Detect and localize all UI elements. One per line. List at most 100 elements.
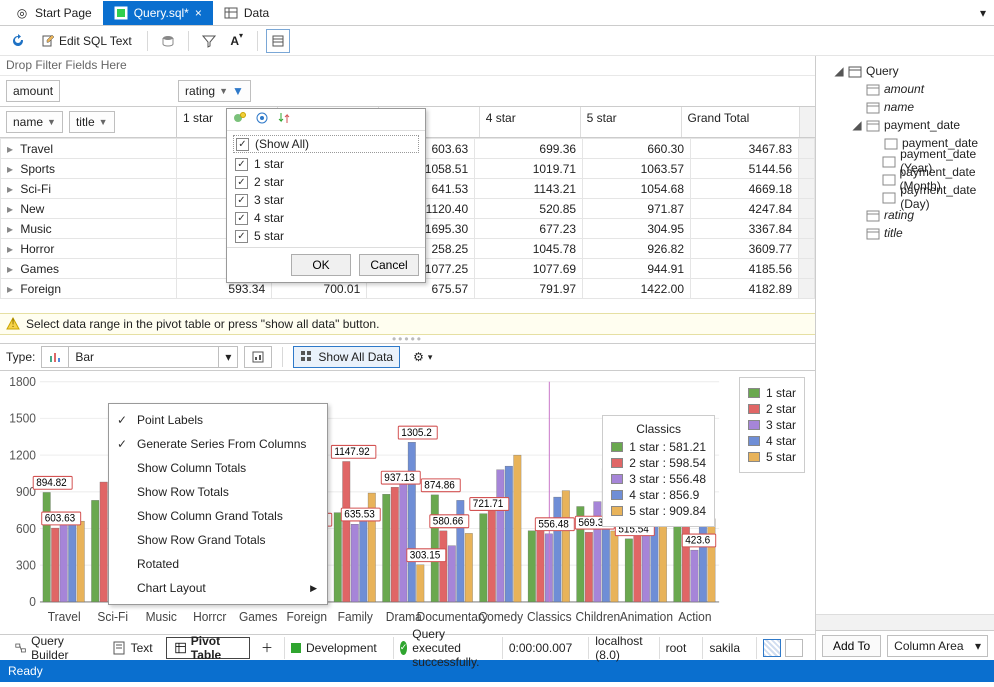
chart-wizard-button[interactable] (244, 346, 272, 368)
tree-node-title[interactable]: title (820, 224, 990, 242)
cell[interactable]: 3609.77 (691, 239, 799, 259)
cell[interactable]: 520.85 (475, 199, 583, 219)
cell[interactable]: 1045.78 (475, 239, 583, 259)
edit-sql-text-button[interactable]: Edit SQL Text (34, 29, 139, 53)
menu-show-row-totals[interactable]: Show Row Totals (109, 480, 327, 504)
cell[interactable]: 4247.84 (691, 199, 799, 219)
add-tab-button[interactable]: ＋ (254, 637, 280, 659)
cell[interactable]: 791.97 (475, 279, 583, 299)
data-source-button[interactable] (156, 29, 180, 53)
cell[interactable]: 1063.57 (583, 159, 691, 179)
tab-start-page[interactable]: ◎ Start Page (4, 1, 103, 25)
tab-query-builder[interactable]: Query Builder (6, 637, 99, 659)
tabs-overflow-button[interactable]: ▾ (972, 6, 994, 20)
scrollbar-track[interactable] (799, 259, 815, 279)
cancel-button[interactable]: Cancel (359, 254, 419, 276)
filter-item[interactable]: ✓5 star (227, 227, 425, 245)
scrollbar-track[interactable] (799, 179, 815, 199)
menu-rotated[interactable]: Rotated (109, 552, 327, 576)
cell[interactable]: 1054.68 (583, 179, 691, 199)
scrollbar-track[interactable] (799, 239, 815, 259)
row-label[interactable]: ▸ Sci-Fi (1, 179, 177, 199)
cell[interactable]: 4669.18 (691, 179, 799, 199)
filter-radio-icon[interactable] (255, 111, 269, 128)
cell[interactable]: 660.30 (583, 139, 691, 159)
cell[interactable]: 1422.00 (583, 279, 691, 299)
cell[interactable]: 3367.84 (691, 219, 799, 239)
row-label[interactable]: ▸ Travel (1, 139, 177, 159)
row-label[interactable]: ▸ New (1, 199, 177, 219)
view-mode-a-button[interactable] (763, 639, 781, 657)
menu-chart-layout[interactable]: Chart Layout▶ (109, 576, 327, 600)
row-label[interactable]: ▸ Horror (1, 239, 177, 259)
cell[interactable]: 1019.71 (475, 159, 583, 179)
cell[interactable]: 3467.83 (691, 139, 799, 159)
filter-item[interactable]: ✓2 star (227, 173, 425, 191)
cell[interactable]: 677.23 (475, 219, 583, 239)
menu-show-col-totals[interactable]: Show Column Totals (109, 456, 327, 480)
add-to-button[interactable]: Add To (822, 635, 881, 657)
cell[interactable]: 944.91 (583, 259, 691, 279)
cell[interactable]: 1143.21 (475, 179, 583, 199)
view-mode-b-button[interactable] (785, 639, 803, 657)
cell[interactable]: 971.87 (583, 199, 691, 219)
scrollbar-track[interactable] (799, 279, 815, 299)
add-to-area-select[interactable]: Column Area▾ (887, 635, 988, 657)
cell[interactable]: 699.36 (475, 139, 583, 159)
col-header[interactable]: 5 star (580, 107, 681, 137)
filter-sort-icon[interactable] (277, 111, 291, 128)
tree-hscrollbar[interactable] (816, 614, 994, 630)
show-all-data-button[interactable]: Show All Data (293, 346, 400, 368)
filter-button[interactable] (197, 29, 221, 53)
scrollbar-track[interactable] (799, 199, 815, 219)
cell[interactable]: 4185.56 (691, 259, 799, 279)
tab-pivot-table[interactable]: Pivot Table (166, 637, 250, 659)
row-field-name[interactable]: name▼ (6, 111, 63, 133)
tree-node-query[interactable]: ◢Query (820, 62, 990, 80)
tab-text[interactable]: Text (103, 637, 162, 659)
layout-button[interactable] (266, 29, 290, 53)
cell[interactable]: 5144.56 (691, 159, 799, 179)
start-page-icon: ◎ (15, 6, 29, 20)
row-label[interactable]: ▸ Sports (1, 159, 177, 179)
col-header-grand-total[interactable]: Grand Total (681, 107, 799, 137)
filter-item[interactable]: ✓1 star (227, 155, 425, 173)
tab-data[interactable]: Data (213, 1, 280, 25)
format-button[interactable]: A▾ (225, 29, 249, 53)
scrollbar-track[interactable] (799, 139, 815, 159)
tab-query-sql[interactable]: Query.sql* × (103, 1, 213, 25)
cell[interactable]: 4182.89 (691, 279, 799, 299)
gear-icon: ⚙ (413, 350, 424, 364)
filter-item[interactable]: ✓3 star (227, 191, 425, 209)
scrollbar-track[interactable] (799, 159, 815, 179)
tree-node-name[interactable]: name (820, 98, 990, 116)
menu-generate-series[interactable]: ✓Generate Series From Columns (109, 432, 327, 456)
scrollbar-track[interactable] (799, 219, 815, 239)
menu-show-col-grand-totals[interactable]: Show Column Grand Totals (109, 504, 327, 528)
col-header[interactable]: 4 star (479, 107, 580, 137)
menu-show-row-grand-totals[interactable]: Show Row Grand Totals (109, 528, 327, 552)
cell[interactable]: 1077.69 (475, 259, 583, 279)
close-icon[interactable]: × (195, 6, 202, 20)
filter-new-icon[interactable] (233, 111, 247, 128)
splitter[interactable]: ••••• (0, 335, 815, 343)
tree-node-payment-date[interactable]: ◢payment_date (820, 116, 990, 134)
chart-type-select[interactable]: Bar ▾ (41, 346, 238, 368)
refresh-button[interactable] (6, 29, 30, 53)
ok-button[interactable]: OK (291, 254, 351, 276)
data-field-amount[interactable]: amount (6, 80, 60, 102)
chart-options-button[interactable]: ⚙▾ (406, 346, 439, 368)
cell[interactable]: 926.82 (583, 239, 691, 259)
row-label[interactable]: ▸ Music (1, 219, 177, 239)
filter-item-show-all[interactable]: ✓(Show All) (233, 135, 419, 153)
row-label[interactable]: ▸ Foreign (1, 279, 177, 299)
tree-node-amount[interactable]: amount (820, 80, 990, 98)
row-field-title[interactable]: title▼ (69, 111, 115, 133)
filter-item[interactable]: ✓4 star (227, 209, 425, 227)
menu-point-labels[interactable]: ✓Point Labels (109, 408, 327, 432)
column-field-rating[interactable]: rating ▼ ▼ (178, 80, 251, 102)
filter-field-drop-area[interactable]: Drop Filter Fields Here (0, 56, 815, 76)
tree-node-pd-day[interactable]: payment_date (Day) (820, 188, 990, 206)
row-label[interactable]: ▸ Games (1, 259, 177, 279)
cell[interactable]: 304.95 (583, 219, 691, 239)
